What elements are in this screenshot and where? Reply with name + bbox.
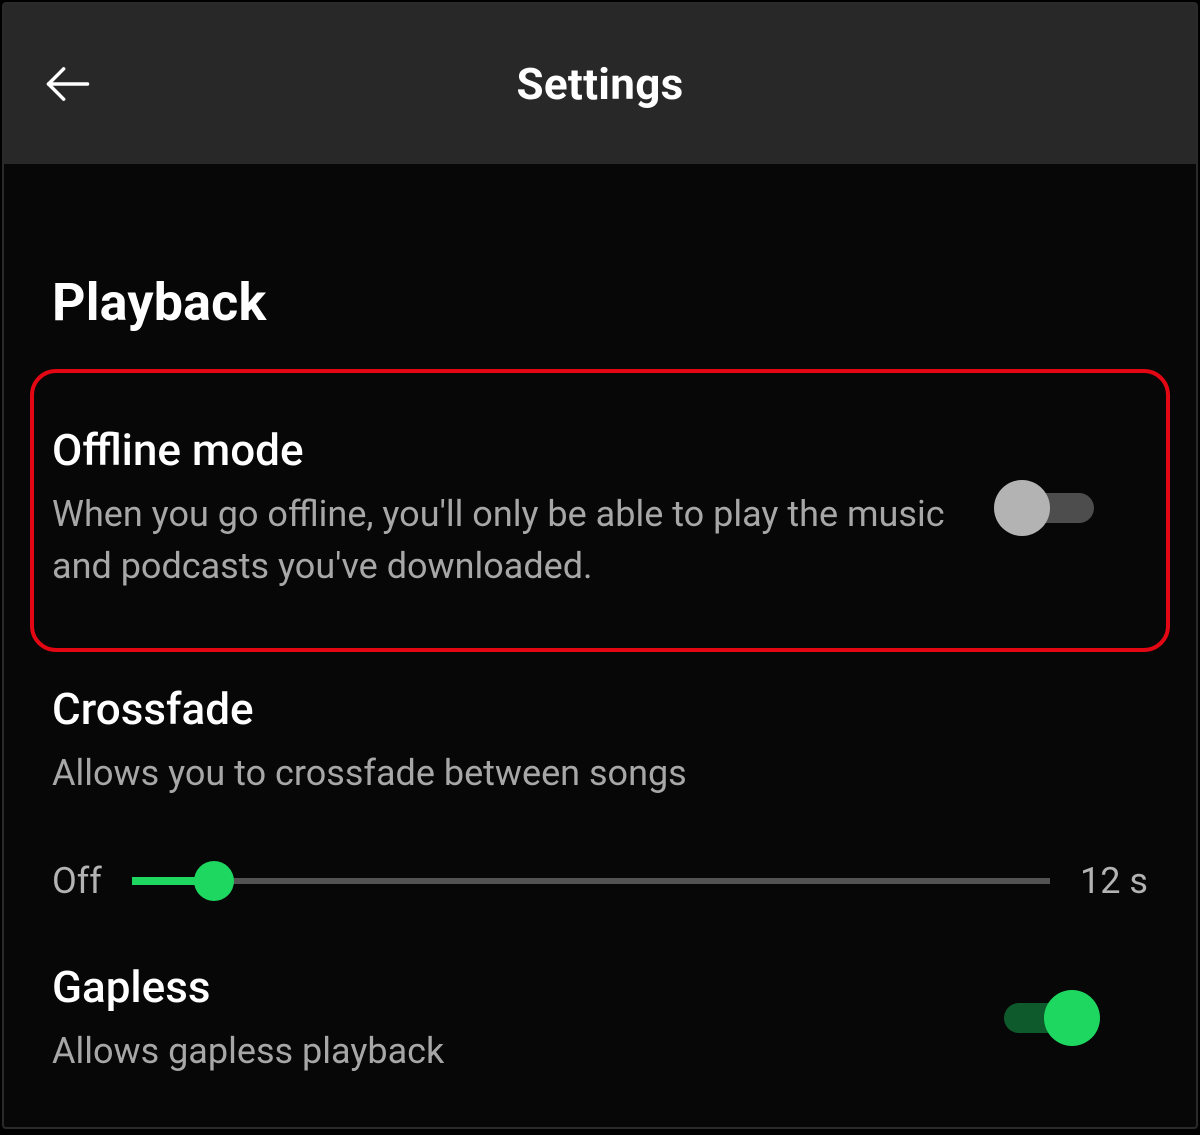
header-bar: Settings [4, 4, 1196, 164]
crossfade-min-label: Off [52, 860, 102, 902]
back-button[interactable] [40, 56, 96, 112]
crossfade-title: Crossfade [52, 682, 1108, 737]
page-title: Settings [4, 58, 1196, 110]
gapless-toggle[interactable] [994, 995, 1094, 1041]
offline-mode-text: Offline mode When you go offline, you'll… [52, 423, 994, 592]
offline-mode-description: When you go offline, you'll only be able… [52, 488, 954, 592]
gapless-text: Gapless Allows gapless playback [52, 960, 994, 1077]
crossfade-slider-row: Off 12 s [52, 860, 1148, 902]
content-area: Playback Offline mode When you go offlin… [4, 272, 1196, 1095]
crossfade-text: Crossfade Allows you to crossfade betwee… [52, 682, 1148, 799]
gapless-description: Allows gapless playback [52, 1025, 954, 1077]
settings-screen: Settings Playback Offline mode When you … [2, 2, 1198, 1129]
section-heading-playback: Playback [52, 272, 1148, 333]
crossfade-description: Allows you to crossfade between songs [52, 747, 1108, 799]
offline-mode-highlight: Offline mode When you go offline, you'll… [30, 369, 1170, 652]
offline-mode-title: Offline mode [52, 423, 954, 478]
crossfade-slider[interactable] [132, 861, 1050, 901]
toggle-knob [994, 480, 1050, 536]
offline-mode-row: Offline mode When you go offline, you'll… [52, 405, 1148, 610]
slider-thumb [194, 861, 234, 901]
toggle-knob [1044, 990, 1100, 1046]
crossfade-row: Crossfade Allows you to crossfade betwee… [52, 676, 1148, 817]
crossfade-max-label: 12 s [1080, 860, 1148, 902]
arrow-left-icon [42, 58, 94, 110]
offline-mode-toggle[interactable] [994, 485, 1094, 531]
gapless-title: Gapless [52, 960, 954, 1015]
slider-track [132, 878, 1050, 884]
gapless-row: Gapless Allows gapless playback [52, 942, 1148, 1095]
